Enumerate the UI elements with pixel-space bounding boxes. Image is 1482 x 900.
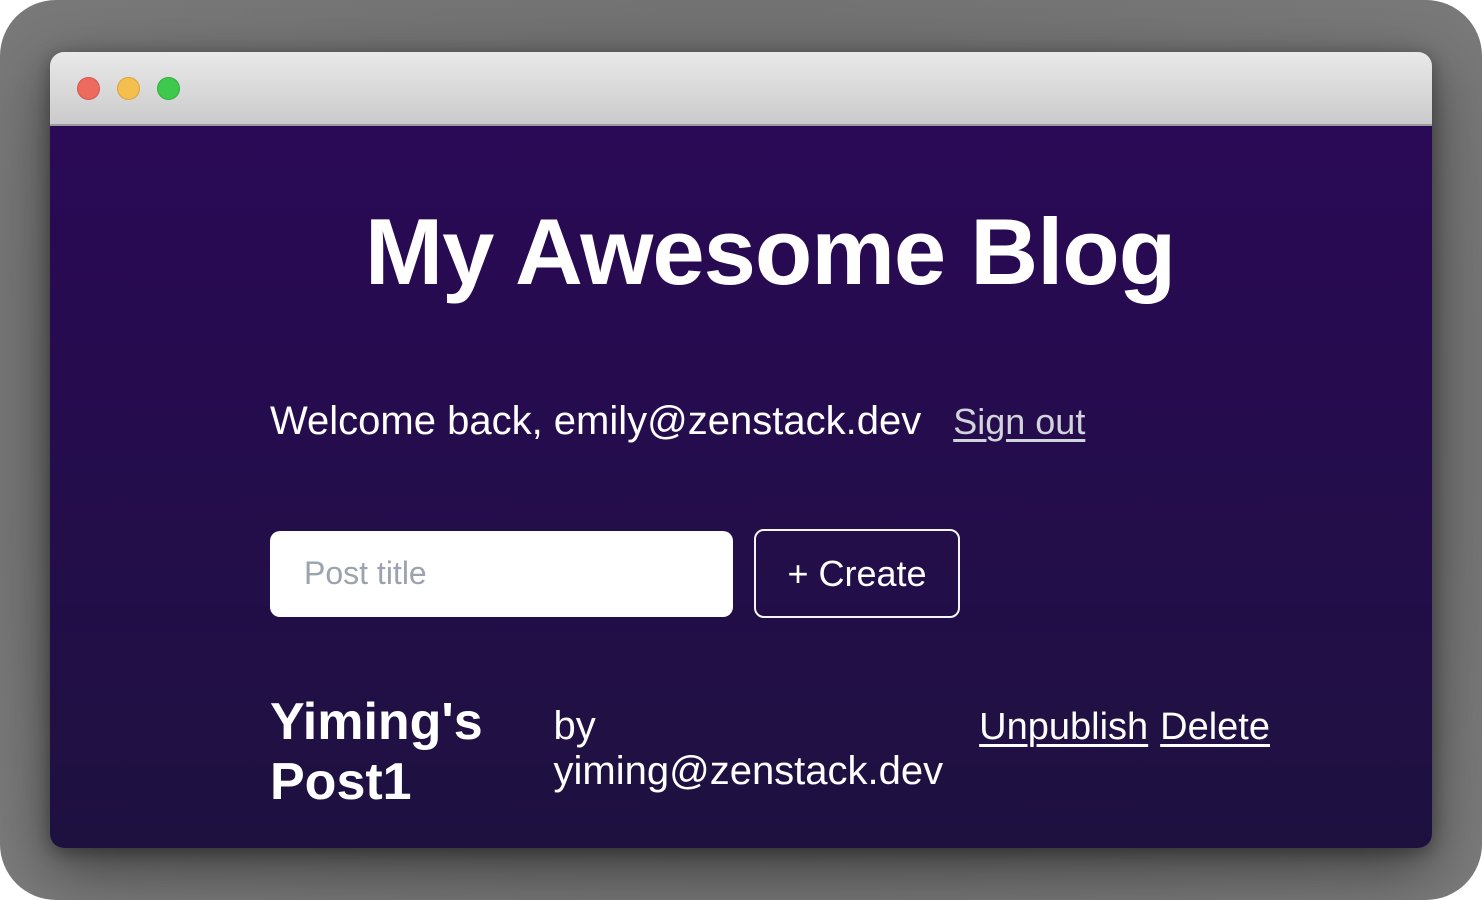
post-author-text: by yiming@zenstack.dev [554, 704, 944, 794]
unpublish-link[interactable]: Unpublish [979, 706, 1148, 749]
post-title-text: Yiming's Post1 [270, 692, 540, 812]
create-post-form: + Create [270, 529, 1270, 618]
welcome-text: Welcome back, emily@zenstack.dev [270, 397, 921, 445]
content-container: My Awesome Blog Welcome back, emily@zens… [270, 126, 1270, 812]
window-titlebar [50, 52, 1432, 126]
screenshot-backdrop: My Awesome Blog Welcome back, emily@zens… [0, 0, 1482, 900]
browser-window: My Awesome Blog Welcome back, emily@zens… [50, 52, 1432, 848]
blog-app-content: My Awesome Blog Welcome back, emily@zens… [50, 126, 1432, 848]
post-list-item: Yiming's Post1 by yiming@zenstack.dev Un… [270, 692, 1270, 812]
close-window-button[interactable] [77, 77, 100, 100]
post-title-input[interactable] [270, 531, 733, 617]
post-actions: Unpublish Delete [979, 706, 1270, 749]
minimize-window-button[interactable] [117, 77, 140, 100]
delete-link[interactable]: Delete [1160, 706, 1270, 749]
page-title: My Awesome Blog [270, 126, 1270, 303]
create-post-button[interactable]: + Create [754, 529, 960, 618]
zoom-window-button[interactable] [157, 77, 180, 100]
sign-out-link[interactable]: Sign out [953, 401, 1085, 443]
welcome-row: Welcome back, emily@zenstack.dev Sign ou… [270, 397, 1270, 445]
